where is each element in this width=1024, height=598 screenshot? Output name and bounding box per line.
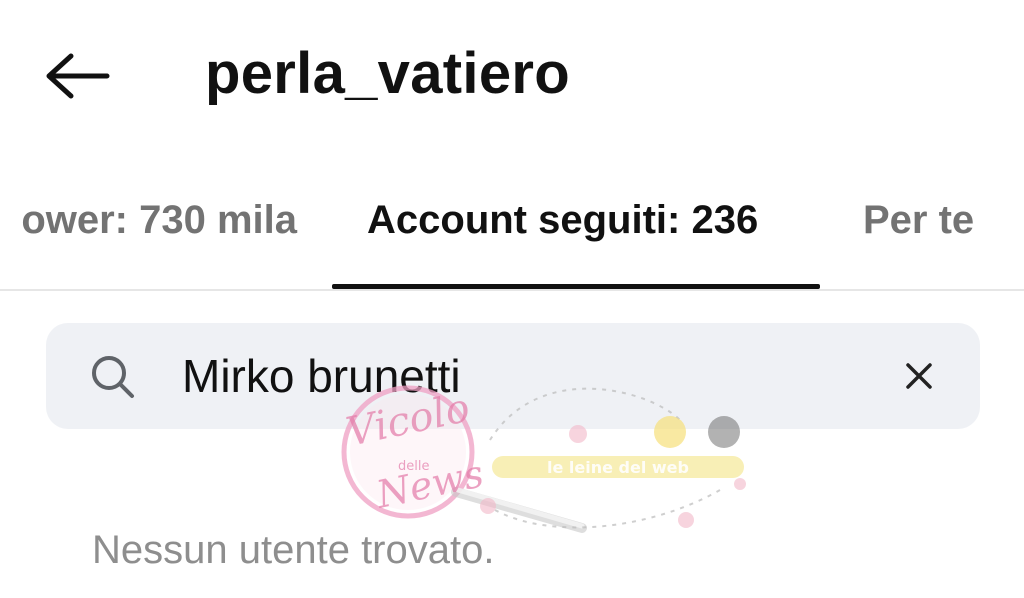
close-icon[interactable] bbox=[902, 359, 936, 393]
search-input[interactable] bbox=[182, 343, 882, 409]
following-list-screen: perla_vatiero ower: 730 mila Account seg… bbox=[0, 0, 1024, 598]
tab-for-you[interactable]: Per te bbox=[863, 198, 974, 243]
profile-username-title: perla_vatiero bbox=[205, 41, 570, 106]
back-button[interactable] bbox=[40, 44, 116, 108]
tab-following[interactable]: Account seguiti: 236 bbox=[367, 198, 758, 243]
svg-text:News: News bbox=[372, 451, 488, 517]
search-icon bbox=[92, 356, 134, 398]
tabs-divider bbox=[0, 289, 1024, 291]
svg-text:le leine del web: le leine del web bbox=[547, 458, 689, 477]
tab-followers[interactable]: ower: 730 mila bbox=[21, 198, 297, 243]
svg-text:delle: delle bbox=[398, 459, 429, 474]
tab-bar: ower: 730 mila Account seguiti: 236 Per … bbox=[0, 180, 1024, 290]
top-bar: perla_vatiero bbox=[0, 0, 1024, 150]
empty-results-message: Nessun utente trovato. bbox=[92, 528, 495, 572]
arrow-left-icon bbox=[46, 53, 110, 99]
search-bar[interactable] bbox=[46, 323, 980, 429]
